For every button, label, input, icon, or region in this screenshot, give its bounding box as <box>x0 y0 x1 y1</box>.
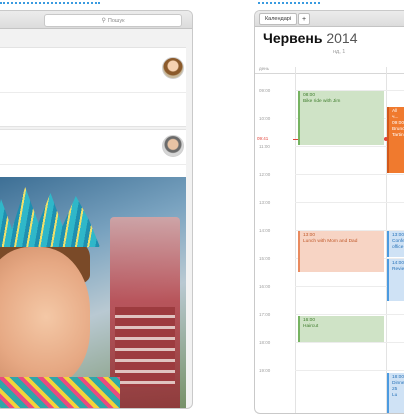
photo-chair-slats <box>115 307 175 387</box>
hour-label: 18:00 <box>259 340 271 345</box>
event-title: Bike ride with Jim <box>303 99 341 104</box>
post-divider <box>0 92 186 93</box>
search-placeholder: Пошук <box>107 17 125 24</box>
hour-label: 15:00 <box>259 256 271 261</box>
event-lunch[interactable]: 13:00 Lunch with Mom and Dad <box>298 231 384 272</box>
allday-label: день <box>259 66 269 71</box>
post-photo[interactable] <box>0 177 186 408</box>
event-title: Haircut <box>303 324 319 329</box>
event-line: All ч... <box>392 109 399 120</box>
year: 2014 <box>326 30 358 46</box>
calendar-window: Календарі + Червень 2014 нд, 1 день 09:0… <box>254 10 404 414</box>
selection-indicator-right <box>258 2 320 4</box>
hour-line <box>295 174 404 175</box>
day-header[interactable]: нд, 1 <box>333 49 345 55</box>
left-app-window: ⚲ Пошук <box>0 10 193 409</box>
hour-line <box>295 342 404 343</box>
event-conference[interactable]: 13:00 Confe office <box>387 231 404 257</box>
hour-label: 11:00 <box>259 144 270 149</box>
selection-indicator-left <box>0 2 100 4</box>
hour-line <box>295 202 404 203</box>
event-line: office <box>392 245 404 250</box>
hour-label: 17:00 <box>259 312 271 317</box>
current-time-label: 09:41 <box>257 136 269 141</box>
event-title: Lunch with Mom and Dad <box>303 239 358 244</box>
event-review[interactable]: 14:00 Revie <box>387 259 404 301</box>
hour-label: 13:00 <box>259 200 271 205</box>
month-title: Червень 2014 <box>263 30 358 46</box>
event-haircut[interactable]: 16:00 Haircut <box>298 316 384 342</box>
photo-shirt <box>0 377 120 408</box>
add-event-button[interactable]: + <box>298 13 310 25</box>
event-bike-ride[interactable]: 08:00 Bike ride with Jim <box>298 91 384 145</box>
event-dinner[interactable]: 18:00 Dinne 25 Lu <box>387 373 404 413</box>
event-line: Tartin <box>392 133 404 138</box>
left-toolbar: ⚲ Пошук <box>0 11 192 29</box>
event-line: 25 Lu <box>392 387 398 398</box>
search-field[interactable]: ⚲ Пошук <box>44 14 182 27</box>
hour-label: 14:00 <box>259 228 271 233</box>
event-brunch[interactable]: All ч... 09:00 Brunc Tartin <box>387 107 404 173</box>
feed-post-1[interactable] <box>0 47 186 127</box>
search-icon: ⚲ <box>101 17 106 24</box>
photo-face <box>0 247 90 387</box>
hour-label: 19:00 <box>259 368 271 373</box>
hour-label: 10:00 <box>259 116 271 121</box>
month-name: Червень <box>263 30 323 46</box>
hour-label: 16:00 <box>259 284 271 289</box>
avatar[interactable] <box>162 135 184 157</box>
hour-label: 12:00 <box>259 172 271 177</box>
event-line: Revie <box>392 267 404 272</box>
allday-divider <box>255 73 404 74</box>
hour-label: 09:00 <box>259 88 271 93</box>
calendar-toolbar: Календарі + <box>255 11 404 27</box>
photo-party-hat <box>0 187 100 247</box>
hour-line <box>295 370 404 371</box>
calendars-button[interactable]: Календарі <box>259 13 297 25</box>
hour-line <box>295 314 404 315</box>
avatar[interactable] <box>162 57 184 79</box>
post-divider <box>0 164 186 165</box>
